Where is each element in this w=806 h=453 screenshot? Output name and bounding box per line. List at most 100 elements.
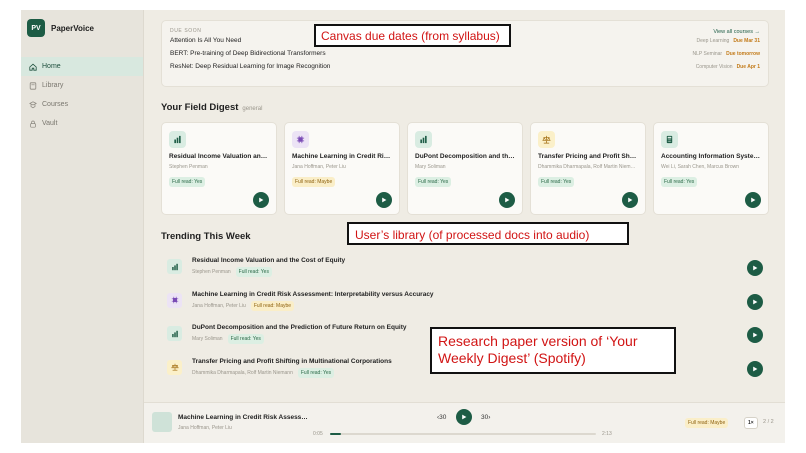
- annotation-digest: Research paper version of ‘Your Weekly D…: [430, 327, 676, 374]
- digest-card-title: Accounting Information Systems: [661, 153, 761, 160]
- list-item-title: Machine Learning in Credit Risk Assessme…: [192, 290, 434, 298]
- field-digest-title: Your Field Digest: [161, 102, 239, 113]
- digest-card[interactable]: DuPont Decomposition and the Prediction …: [407, 122, 523, 215]
- play-icon: [753, 332, 758, 338]
- duration: 2:13: [602, 431, 612, 437]
- full-read-badge: Full read: Yes: [235, 267, 272, 277]
- sidebar-item-vault[interactable]: Vault: [21, 114, 143, 133]
- due-item[interactable]: BERT: Pre-training of Deep Bidirectional…: [170, 47, 760, 60]
- full-read-badge: Full read: Maybe: [250, 300, 295, 311]
- library-icon: [29, 81, 37, 90]
- digest-card-title: Residual Income Valuation and the Cost o…: [169, 153, 269, 160]
- play-button[interactable]: [499, 192, 515, 208]
- play-icon: [259, 197, 264, 203]
- progress-fill: [330, 433, 341, 435]
- sidebar-nav: Home Library Courses Vault: [21, 57, 143, 133]
- annotation-library: User’s library (of processed docs into a…: [347, 222, 629, 245]
- digest-card[interactable]: Machine Learning in Credit Risk Assessme…: [284, 122, 400, 215]
- progress-bar[interactable]: [330, 433, 596, 435]
- bar-chart-icon: [169, 131, 186, 148]
- due-item-date: Due tomorrow: [726, 50, 760, 57]
- digest-card[interactable]: Accounting Information Systems Wei Li, S…: [653, 122, 769, 215]
- due-item-course: Deep Learning: [696, 37, 730, 44]
- list-item[interactable]: Residual Income Valuation and the Cost o…: [161, 252, 769, 286]
- app-logo: PV: [27, 19, 45, 37]
- bar-chart-icon: [167, 326, 182, 342]
- play-icon: [505, 197, 510, 203]
- lock-icon: [29, 120, 37, 128]
- due-item-title: ResNet: Deep Residual Learning for Image…: [170, 63, 331, 70]
- digest-card[interactable]: Transfer Pricing and Profit Shifting Dha…: [530, 122, 646, 215]
- play-icon: [628, 197, 633, 203]
- annotation-canvas: Canvas due dates (from syllabus): [314, 24, 511, 47]
- chip-icon: [292, 131, 309, 148]
- sidebar-item-label: Vault: [42, 120, 58, 127]
- play-button[interactable]: [253, 192, 269, 208]
- digest-card-title: Transfer Pricing and Profit Shifting: [538, 153, 638, 160]
- sidebar-item-label: Library: [42, 82, 64, 89]
- player-play-button[interactable]: [456, 409, 472, 425]
- digest-card-authors: Jana Hoffman, Peter Liu: [292, 164, 346, 170]
- due-item-date: Due Mar 31: [733, 37, 760, 44]
- play-icon: [382, 197, 387, 203]
- scale-icon: [167, 359, 182, 375]
- bar-chart-icon: [167, 259, 182, 274]
- field-digest-heading: Your Field Digest general: [161, 102, 769, 113]
- bar-chart-icon: [415, 131, 432, 148]
- due-item-title: BERT: Pre-training of Deep Bidirectional…: [170, 50, 326, 57]
- full-read-badge: Full read: Yes: [538, 177, 575, 187]
- audio-player-bar: Machine Learning in Credit Risk Assessme…: [144, 402, 785, 443]
- playback-speed-button[interactable]: 1×: [744, 417, 758, 429]
- full-read-badge: Full read: Yes: [169, 177, 206, 187]
- scale-icon: [538, 131, 555, 148]
- field-digest-subtitle: general: [242, 106, 263, 112]
- skip-forward-button[interactable]: 30›: [481, 414, 490, 421]
- digest-card-title: Machine Learning in Credit Risk Assessme…: [292, 153, 392, 160]
- now-playing-thumbnail: [152, 412, 172, 432]
- digest-card-authors: Mary Soliman: [415, 164, 446, 170]
- digest-card-authors: Stephen Penman: [169, 164, 208, 170]
- full-read-badge: Full read: Maybe: [292, 177, 336, 187]
- sidebar-item-courses[interactable]: Courses: [21, 95, 143, 114]
- due-item-date: Due Apr 1: [736, 63, 760, 70]
- play-button[interactable]: [747, 260, 763, 276]
- brand[interactable]: PV PaperVoice: [21, 18, 143, 38]
- list-item[interactable]: Machine Learning in Credit Risk Assessme…: [161, 286, 769, 320]
- due-item-course: Computer Vision: [695, 63, 733, 70]
- play-icon: [751, 197, 756, 203]
- digest-card[interactable]: Residual Income Valuation and the Cost o…: [161, 122, 277, 215]
- digest-card-authors: Wei Li, Sarah Chen, Marcus Brown: [661, 164, 739, 170]
- play-icon: [753, 299, 758, 304]
- list-item-authors: Stephen Penman: [192, 269, 231, 275]
- list-item-authors: Mary Soliman: [192, 336, 223, 343]
- full-read-badge: Full read: Yes: [415, 177, 452, 187]
- list-item-authors: Jana Hoffman, Peter Liu: [192, 302, 246, 309]
- sidebar-item-label: Home: [42, 63, 61, 70]
- digest-cards: Residual Income Valuation and the Cost o…: [161, 122, 769, 215]
- now-playing-authors: Jana Hoffman, Peter Liu: [178, 425, 232, 431]
- now-playing-title[interactable]: Machine Learning in Credit Risk Assessme…: [178, 414, 308, 421]
- full-read-badge: Full read: Yes: [297, 367, 335, 378]
- view-all-courses-link[interactable]: View all courses →: [713, 29, 760, 35]
- calculator-icon: [661, 131, 678, 148]
- sidebar-item-library[interactable]: Library: [21, 76, 143, 95]
- app-name: PaperVoice: [51, 23, 94, 33]
- digest-card-authors: Dhammika Dharmapala, Rolf Martin Niemann: [538, 164, 638, 170]
- sidebar-item-home[interactable]: Home: [21, 57, 143, 76]
- play-button[interactable]: [747, 360, 763, 377]
- full-read-badge: Full read: Yes: [661, 177, 698, 187]
- play-icon: [462, 414, 467, 420]
- digest-card-title: DuPont Decomposition and the Prediction …: [415, 153, 515, 160]
- full-read-badge: Full read: Yes: [227, 334, 264, 345]
- play-button[interactable]: [747, 293, 763, 310]
- home-icon: [29, 63, 37, 71]
- due-item[interactable]: ResNet: Deep Residual Learning for Image…: [170, 60, 760, 73]
- play-button[interactable]: [745, 192, 761, 208]
- play-icon: [753, 366, 758, 372]
- trending-title: Trending This Week: [161, 231, 251, 242]
- due-item-course: NLP Seminar: [692, 50, 723, 57]
- play-button[interactable]: [622, 192, 638, 208]
- current-time: 0:05: [313, 431, 323, 437]
- skip-back-button[interactable]: ‹30: [437, 414, 446, 421]
- play-button[interactable]: [376, 192, 392, 208]
